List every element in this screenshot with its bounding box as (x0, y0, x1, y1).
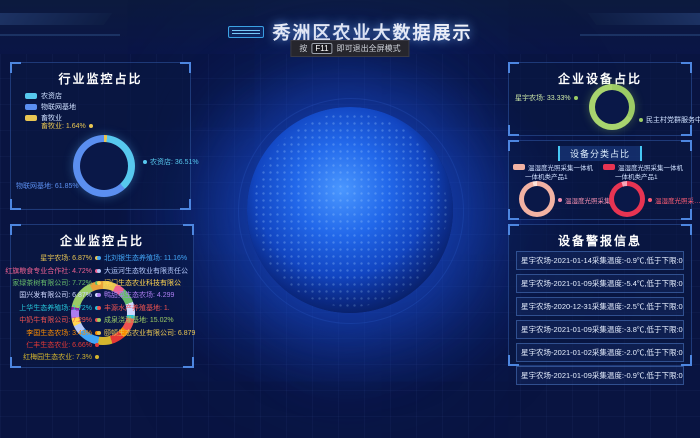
legend-item[interactable]: 一体机类产品1 (513, 171, 601, 180)
callout-dot (97, 318, 101, 322)
panel-corner (180, 62, 191, 73)
panel-corner (183, 357, 194, 368)
panel-title: 企业监控占比 (11, 225, 193, 249)
device-class-donut-right[interactable] (609, 181, 645, 217)
callout-dot (648, 198, 652, 202)
panel-corner (10, 199, 21, 210)
donut-hole (80, 142, 128, 190)
panel-corner (508, 224, 519, 235)
alarm-row: 星宇农场-2021-01-14采集温度:-0.9℃,低于下限:0℃ (516, 251, 684, 270)
panel-corner (508, 62, 519, 73)
chart-callout: 中奶牛有限公司: 7.29% (19, 314, 99, 326)
panel-corner (681, 62, 692, 73)
chart-callout: 星宇农场: 33.33% (515, 93, 578, 103)
callout-dot (95, 355, 99, 359)
enterprise-labels-left: 星宇农场: 6.87% 红旗粮食专业合作社: 4.72% 家绿茶树有限公司: 7… (13, 252, 99, 364)
chart-callout: 星宇农场: 6.87% (40, 252, 99, 264)
chart-callout: 民主村党群服务中心: (639, 115, 700, 125)
panel-corner (10, 62, 21, 73)
panel-corner (180, 199, 191, 210)
panel-title: 设备分类占比 (558, 146, 642, 161)
alarm-row: 星宇农场-2020-12-31采集温度:-2.5℃,低于下限:0℃ (516, 297, 684, 316)
panel-corner (681, 140, 692, 151)
callout-dot (97, 306, 101, 310)
chart-callout: 仁丰生态农业: 6.66% (26, 339, 99, 351)
callout-dot (82, 184, 86, 188)
panel-title: 企业设备占比 (509, 63, 691, 87)
chart-callout: 农资店: 36.51% (143, 157, 199, 167)
panel-title: 设备警报信息 (509, 225, 691, 249)
callout-dot (639, 118, 643, 122)
brand-logo (228, 26, 264, 38)
donut-hole (614, 186, 640, 212)
panel-industry-monitoring: 行业监控占比 农资店 物联网基地 畜牧业 畜牧业: 1.64% 农资店: 36.… (10, 62, 191, 210)
alarm-row: 星宇农场-2021-01-09采集温度:-3.8℃,低于下限:0℃ (516, 320, 684, 339)
device-class-donut-left[interactable] (519, 181, 555, 217)
chart-callout: 颐顿生态农业有限公司: 6.879 (97, 326, 195, 338)
panel-device-alarms: 设备警报信息 星宇农场-2021-01-14采集温度:-0.9℃,低于下限:0℃… (508, 224, 692, 366)
callout-dot (97, 281, 101, 285)
callout-dot (97, 269, 101, 273)
legend-item[interactable]: 一体机类产品1 (603, 171, 691, 180)
chart-callout: 李国生态农场: 3.43% (26, 326, 99, 338)
chart-callout: 家绿茶树有限公司: 7.72% (12, 277, 99, 289)
alarm-row: 星宇农场-2021-01-09采集温度:-0.9℃,低于下限:0℃ (516, 366, 684, 385)
panel-enterprise-monitoring: 企业监控占比 星宇农场: 6.87% 红旗粮食专业合作社: 4.72% 家绿茶树… (10, 224, 194, 368)
callout-dot (97, 256, 101, 260)
legend-swatch (25, 115, 37, 121)
fullscreen-exit-tip: 按 F11 即可退出全屏模式 (290, 40, 409, 57)
legend-swatch (25, 93, 37, 99)
chart-callout: 物联网基地: 61.85% (16, 181, 86, 191)
globe-visualization (247, 107, 453, 313)
alarm-list: 星宇农场-2021-01-14采集温度:-0.9℃,低于下限:0℃ 星宇农场-2… (516, 251, 684, 389)
tip-prefix: 按 (299, 43, 307, 54)
panel-corner (508, 125, 519, 136)
chart-callout: 成泉浇灌基地: 15.02% (97, 314, 174, 326)
panel-title: 行业监控占比 (11, 63, 190, 87)
device-class-chart-left: 温湿度光照采集一体机 一体机类产品1 温湿度光照采集一… (513, 162, 601, 219)
dashboard: 秀洲区农业大数据展示 按 F11 即可退出全屏模式 行业监控占比 农资店 物联网… (0, 0, 700, 438)
callout-dot (97, 331, 101, 335)
callout-dot (143, 160, 147, 164)
enterprise-labels-right: 北刘银生态养殖场: 11.16% 大运河生态牧业有限责任公 闸门生态农业科技有限… (97, 252, 191, 339)
industry-legend: 农资店 物联网基地 畜牧业 (25, 90, 76, 123)
chart-callout: 鸭甜菜生态农场: 4.299 (97, 289, 174, 301)
panel-corner (183, 224, 194, 235)
tip-suffix: 即可退出全屏模式 (337, 43, 401, 54)
legend-swatch (513, 164, 525, 170)
alarm-row: 星宇农场-2021-01-09采集温度:-5.4℃,低于下限:0℃ (516, 274, 684, 293)
chart-callout: 畜牧业: 1.64% (41, 121, 93, 131)
callout-dot (558, 198, 562, 202)
chart-callout: 红旗粮食专业合作社: 4.72% (5, 264, 99, 276)
chart-callout: 温湿度光照采… (648, 195, 700, 205)
callout-dot (95, 343, 99, 347)
chart-callout: 丰源水产养殖基地: 1. (97, 302, 170, 314)
f11-keycap: F11 (311, 43, 332, 54)
callout-dot (89, 124, 93, 128)
legend-swatch (25, 104, 37, 110)
chart-callout: 大运河生态牧业有限责任公 (97, 264, 188, 276)
panel-corner (681, 224, 692, 235)
donut-hole (595, 90, 629, 124)
panel-corner (508, 140, 519, 151)
chart-callout: 上华生态养殖场: 1.72% (19, 302, 99, 314)
legend-item[interactable]: 农资店 (25, 90, 76, 101)
donut-hole (524, 186, 550, 212)
device-donut-chart[interactable] (589, 84, 635, 130)
panel-enterprise-devices: 企业设备占比 星宇农场: 33.33% 民主村党群服务中心: (508, 62, 692, 136)
device-class-chart-right: 温湿度光照采集一体机 一体机类产品1 温湿度光照采… (603, 162, 691, 219)
callout-dot (97, 293, 101, 297)
panel-device-classification: 设备分类占比 温湿度光照采集一体机 一体机类产品1 温湿度光照采集一… 温湿度光… (508, 140, 692, 220)
chart-callout: 闸门生态农业科技有限公 (97, 277, 181, 289)
callout-dot (574, 96, 578, 100)
chart-callout: 红梅园生态农业: 7.3% (23, 351, 99, 363)
chart-callout: 国兴发有限公司: 6.87% (19, 289, 99, 301)
chart-callout: 北刘银生态养殖场: 11.16% (97, 252, 187, 264)
panel-corner (10, 224, 21, 235)
legend-item[interactable]: 物联网基地 (25, 101, 76, 112)
alarm-row: 星宇农场-2021-01-02采集温度:-2.0℃,低于下限:0℃ (516, 343, 684, 362)
legend-swatch (603, 164, 615, 170)
panel-corner (681, 125, 692, 136)
